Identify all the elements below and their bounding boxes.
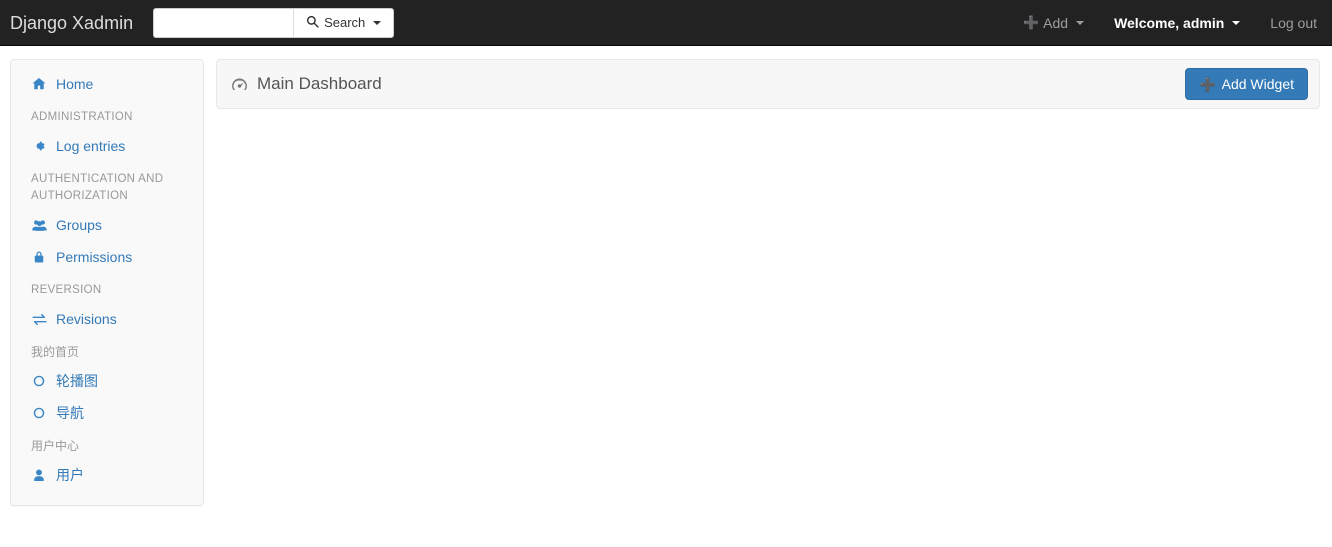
search-button-label: Search (324, 15, 366, 30)
sidebar-item-label: 用户 (56, 467, 84, 483)
sidebar: Home ADMINISTRATION Log entries AUTHENTICA… (10, 59, 204, 506)
sidebar-item-label: Log entries (56, 138, 126, 154)
chevron-down-icon (1232, 20, 1241, 25)
users-icon (31, 218, 47, 232)
nav-logout-label: Log out (1270, 14, 1317, 31)
user-icon (31, 468, 47, 482)
chevron-down-icon (1076, 20, 1085, 25)
plus-icon: ➕ (1022, 15, 1040, 30)
sidebar-section-header: ADMINISTRATION (31, 111, 133, 123)
sidebar-item-permissions[interactable]: Permissions (11, 241, 203, 273)
nav-add-menu[interactable]: ➕ Add (1008, 0, 1099, 46)
top-navbar: Django Xadmin Search ➕ Add Welcome, admi… (0, 0, 1332, 46)
main-content: Main Dashboard ➕ Add Widget (204, 59, 1320, 489)
dashboard-header-panel: Main Dashboard ➕ Add Widget (216, 59, 1320, 109)
nav-user-menu[interactable]: Welcome, admin (1099, 0, 1255, 46)
search-button[interactable]: Search (293, 7, 395, 38)
navbar-right-menu: ➕ Add Welcome, admin Log out (1008, 0, 1332, 46)
sidebar-item-label: Home (56, 76, 94, 92)
sidebar-item-log-entries[interactable]: Log entries (11, 130, 203, 162)
chevron-down-icon (373, 20, 382, 25)
exchange-icon (31, 313, 47, 326)
sidebar-section-header: 我的首页 (31, 345, 80, 359)
sidebar-item-轮播图[interactable]: 轮播图 (11, 365, 203, 397)
add-widget-label: Add Widget (1221, 76, 1294, 92)
nav-add-label: Add (1043, 14, 1069, 31)
dashboard-icon (231, 76, 248, 93)
sidebar-section-header: REVERSION (31, 284, 102, 296)
brand-link[interactable]: Django Xadmin (0, 13, 148, 33)
sidebar-groups: ADMINISTRATION Log entries AUTHENTICATION … (11, 100, 203, 491)
dashboard-widgets-area (216, 109, 1320, 489)
page-title: Main Dashboard (231, 73, 382, 95)
gear-icon (31, 139, 47, 153)
circle-o-icon (31, 407, 47, 419)
sidebar-section-header: 用户中心 (31, 439, 80, 453)
sidebar-item-label: Revisions (56, 311, 117, 327)
navbar-search-form: Search (153, 7, 395, 38)
sidebar-item-用户[interactable]: 用户 (11, 459, 203, 491)
sidebar-item-groups[interactable]: Groups (11, 209, 203, 241)
page-container: Home ADMINISTRATION Log entries AUTHENTICA… (0, 46, 1332, 506)
sidebar-item-label: 导航 (56, 405, 84, 421)
home-icon (31, 77, 47, 91)
add-widget-button[interactable]: ➕ Add Widget (1185, 68, 1308, 100)
sidebar-section-header: AUTHENTICATION AND AUTHORIZATION (31, 173, 164, 202)
lock-icon (31, 250, 47, 264)
nav-user-label: Welcome, admin (1114, 14, 1225, 31)
nav-logout-link[interactable]: Log out (1255, 0, 1332, 46)
search-icon (306, 15, 319, 31)
sidebar-item-label: Permissions (56, 249, 133, 265)
sidebar-item-revisions[interactable]: Revisions (11, 303, 203, 335)
sidebar-item-label: 轮播图 (56, 373, 98, 389)
circle-o-icon (31, 375, 47, 387)
plus-icon: ➕ (1199, 76, 1216, 92)
sidebar-item-label: Groups (56, 217, 102, 233)
sidebar-item-导航[interactable]: 导航 (11, 397, 203, 429)
page-title-text: Main Dashboard (257, 74, 382, 93)
search-input[interactable] (153, 7, 294, 38)
sidebar-item-home[interactable]: Home (11, 68, 203, 100)
